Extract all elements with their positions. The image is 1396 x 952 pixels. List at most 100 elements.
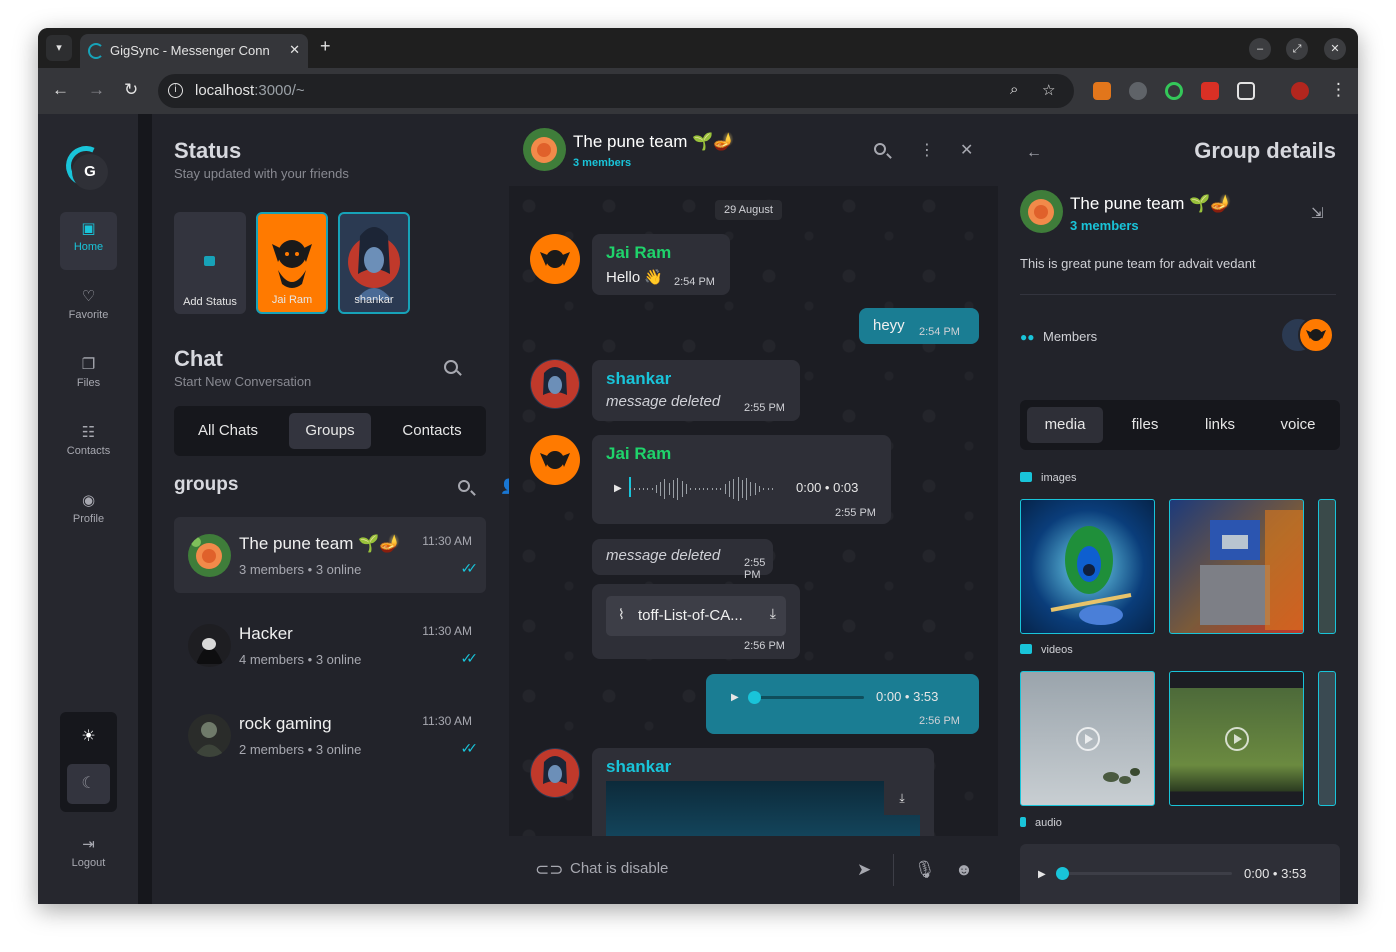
close-window-button[interactable]: ✕ <box>1324 38 1346 60</box>
heart-icon: ♡ <box>81 288 96 305</box>
emoji-icon[interactable]: ☻ <box>955 860 973 880</box>
member-avatar[interactable] <box>1298 317 1334 353</box>
tab-all-chats[interactable]: All Chats <box>182 413 274 449</box>
waveform-bar <box>655 485 657 493</box>
nav-contacts[interactable]: ☷ Contacts <box>60 416 117 474</box>
minimize-button[interactable]: – <box>1249 38 1271 60</box>
shared-image[interactable] <box>606 781 920 836</box>
status-story-shankar[interactable]: shankar <box>338 212 410 314</box>
file-attachment[interactable]: ⌇ toff-List-of-CA... ⤓ <box>606 596 786 636</box>
extensions-puzzle-icon[interactable] <box>1237 82 1255 100</box>
incognito-extension-icon[interactable] <box>1129 82 1147 100</box>
send-icon[interactable]: ➤ <box>857 860 871 880</box>
audio-waveform[interactable] <box>630 473 780 505</box>
maximize-button[interactable]: ⤢ <box>1286 38 1308 60</box>
browser-window: ▾ GigSync - Messenger Conn ✕ + – ⤢ ✕ ← →… <box>38 28 1358 904</box>
sender-avatar[interactable] <box>530 234 580 284</box>
audio-progress-track[interactable] <box>1062 872 1232 875</box>
group-list-item[interactable]: Hacker 4 members • 3 online 11:30 AM ✓✓ <box>174 607 486 683</box>
audio-progress-track[interactable] <box>754 696 864 699</box>
group-avatar[interactable] <box>523 128 566 171</box>
media-video-thumbnail[interactable] <box>1169 671 1304 806</box>
sender-avatar[interactable] <box>530 359 580 409</box>
nav-profile[interactable]: ◉ Profile <box>60 484 117 542</box>
browser-menu-icon[interactable]: ⋮ <box>1330 80 1347 100</box>
sender-avatar[interactable] <box>530 435 580 485</box>
audio-progress-knob[interactable] <box>1056 867 1069 880</box>
play-icon[interactable]: ▶ <box>1038 869 1046 880</box>
group-list-item[interactable]: The pune team 🌱🪔 3 members • 3 online 11… <box>174 517 486 593</box>
target-extension-icon[interactable] <box>1165 82 1183 100</box>
groups-heading: groups <box>174 474 239 495</box>
logout-button[interactable]: ⇥ Logout <box>60 828 117 886</box>
zoom-icon[interactable]: ⌕ <box>1010 81 1018 98</box>
browser-tab[interactable]: GigSync - Messenger Conn ✕ <box>80 34 308 68</box>
metamask-extension-icon[interactable] <box>1093 82 1111 100</box>
new-tab-button[interactable]: + <box>320 36 331 57</box>
waveform-bar <box>685 484 687 494</box>
sun-icon[interactable]: ☀ <box>60 726 117 746</box>
tab-contacts[interactable]: Contacts <box>386 413 478 449</box>
waveform-bar <box>660 482 662 496</box>
back-icon[interactable]: ← <box>52 80 69 100</box>
add-status-card[interactable]: Add Status <box>174 212 246 314</box>
logout-icon: ⇥ <box>82 836 95 853</box>
chat-header: The pune team 🌱🪔 3 members ⋮ ✕ <box>509 114 998 186</box>
status-story-jai-ram[interactable]: Jai Ram <box>256 212 328 314</box>
audio-progress-knob[interactable] <box>748 691 761 704</box>
media-image-thumbnail[interactable] <box>1169 499 1304 634</box>
nav-files[interactable]: ❐ Files <box>60 348 117 406</box>
media-image-thumbnail[interactable] <box>1318 499 1336 634</box>
group-list-item[interactable]: rock gaming 2 members • 3 online 11:30 A… <box>174 697 486 773</box>
media-video-thumbnail[interactable] <box>1318 671 1336 806</box>
site-info-icon[interactable]: i <box>168 83 183 98</box>
waveform-bar <box>733 479 735 499</box>
back-arrow-icon[interactable]: ← <box>1026 144 1042 162</box>
waveform-bar <box>711 488 713 490</box>
media-video-thumbnail[interactable] <box>1020 671 1155 806</box>
exit-group-icon[interactable]: ⇲ <box>1311 204 1324 222</box>
tab-search-dropdown[interactable]: ▾ <box>46 35 72 61</box>
download-icon[interactable]: ⤓ <box>884 781 920 815</box>
nav-favorite[interactable]: ♡ Favorite <box>60 280 117 338</box>
group-search-icon[interactable] <box>458 480 470 492</box>
bookmark-star-icon[interactable]: ☆ <box>1042 81 1055 99</box>
play-icon[interactable]: ▶ <box>731 692 739 703</box>
nav-rail: G ▣ Home ♡ Favorite ❐ Files ☷ Contacts ◉… <box>38 114 138 904</box>
red-extension-icon[interactable] <box>1201 82 1219 100</box>
media-image-thumbnail[interactable] <box>1020 499 1155 634</box>
profile-avatar-icon[interactable] <box>1291 82 1309 100</box>
moon-icon[interactable]: ☾ <box>67 764 110 804</box>
attach-icon[interactable]: ⊂⊃ <box>535 860 564 880</box>
nav-home[interactable]: ▣ Home <box>60 212 117 270</box>
close-chat-icon[interactable]: ✕ <box>960 140 973 160</box>
tab-links[interactable]: links <box>1187 407 1253 443</box>
tab-media[interactable]: media <box>1027 407 1103 443</box>
waveform-bar <box>741 480 743 498</box>
waveform-bar <box>681 481 683 497</box>
more-options-icon[interactable]: ⋮ <box>919 140 935 160</box>
chat-title: Chat <box>174 346 223 371</box>
download-icon[interactable]: ⤓ <box>770 605 776 622</box>
microphone-icon[interactable]: 🎙 <box>914 860 936 880</box>
sender-avatar[interactable] <box>530 748 580 798</box>
chat-search-icon[interactable] <box>874 143 886 155</box>
waveform-bar <box>763 488 765 490</box>
theme-toggle: ☀ ☾ <box>60 712 117 812</box>
message-input[interactable]: Chat is disable <box>570 860 668 877</box>
tab-files[interactable]: files <box>1112 407 1178 443</box>
file-message-bubble: ⌇ toff-List-of-CA... ⤓ 2:56 PM <box>592 584 800 659</box>
videos-section-label: videos <box>1020 644 1073 656</box>
forward-icon[interactable]: → <box>88 80 105 100</box>
play-icon[interactable]: ▶ <box>614 483 622 494</box>
waveform-bar <box>651 488 653 490</box>
files-icon: ❐ <box>81 356 96 373</box>
tab-voice[interactable]: voice <box>1264 407 1332 443</box>
tab-close-icon[interactable]: ✕ <box>289 42 300 58</box>
chat-window: The pune team 🌱🪔 3 members ⋮ ✕ 29 August… <box>509 114 998 904</box>
reload-icon[interactable]: ↻ <box>124 80 138 100</box>
tab-groups[interactable]: Groups <box>289 413 371 449</box>
address-bar[interactable]: i localhost:3000/~ ⌕ ☆ <box>158 74 1074 108</box>
search-icon[interactable] <box>444 360 458 374</box>
waveform-bar <box>759 486 760 492</box>
